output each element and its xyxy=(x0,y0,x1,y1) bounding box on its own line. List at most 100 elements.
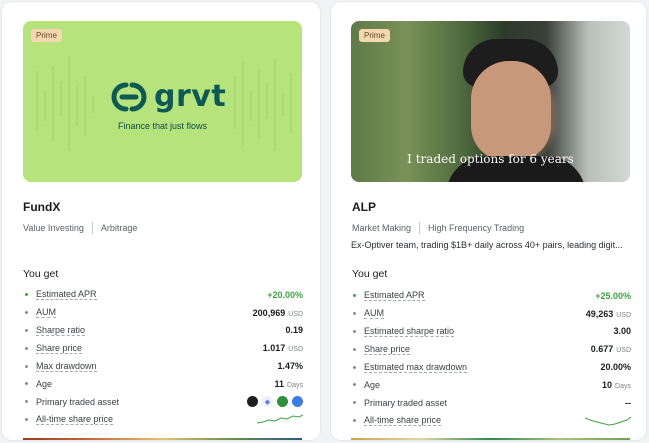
grvt-logo-icon xyxy=(111,82,147,111)
you-get-heading: You get xyxy=(23,268,59,280)
bullet-icon xyxy=(25,293,28,297)
stat-label[interactable]: Max drawdown xyxy=(36,361,97,372)
stats-list: Estimated APR +20.00% AUM 200,969 USD Sha… xyxy=(23,286,303,428)
vault-name[interactable]: ALP xyxy=(352,200,376,214)
vault-hero-video[interactable]: Prime I traded options for 6 years xyxy=(351,21,630,182)
vault-card-fundx[interactable]: Prime grvt Finance that just flows FundX… xyxy=(2,2,320,440)
stat-row-assets: Primary traded asset -- xyxy=(351,394,631,412)
stat-value-wrap: 11 Days xyxy=(275,379,303,389)
stat-label[interactable]: Estimated APR xyxy=(364,290,425,302)
blue-coin-icon[interactable] xyxy=(292,396,303,408)
stat-value: 1.47% xyxy=(277,361,303,372)
bullet-icon xyxy=(353,401,356,405)
bullet-icon xyxy=(25,346,28,350)
sparkline-icon xyxy=(585,416,631,426)
stat-label[interactable]: All-time share price xyxy=(36,414,114,425)
vault-card-alp[interactable]: Prime I traded options for 6 years ALP M… xyxy=(331,2,646,440)
stat-unit: USD xyxy=(616,311,631,319)
bullet-icon xyxy=(353,418,356,422)
stat-value-wrap: 0.677 USD xyxy=(591,344,631,354)
tag-value-investing: Value Investing xyxy=(23,223,84,233)
stat-label: Age xyxy=(364,379,381,390)
stat-value: 20.00% xyxy=(600,362,631,373)
grvt-wordmark: grvt xyxy=(154,79,227,114)
vault-tags: Value Investing Arbitrage xyxy=(23,222,137,234)
bullet-icon xyxy=(353,312,356,316)
stats-list: Estimated APR +25.00% AUM 49,263 USD Esti… xyxy=(351,287,631,429)
stat-row-sharpe: Estimated sharpe ratio 3.00 xyxy=(351,323,631,341)
stat-label: Primary traded asset xyxy=(364,397,448,408)
stat-value-wrap: 200,969 USD xyxy=(253,308,303,318)
tag-divider xyxy=(419,222,421,234)
bullet-icon xyxy=(353,347,356,351)
stat-row-history: All-time share price xyxy=(351,412,631,430)
green-coin-icon[interactable] xyxy=(277,396,288,408)
person-face xyxy=(471,61,551,161)
stat-value-wrap: 1.017 USD xyxy=(263,343,303,353)
stat-row-age: Age 11 Days xyxy=(23,375,303,393)
prime-badge: Prime xyxy=(359,29,390,42)
stat-label[interactable]: AUM xyxy=(36,307,56,319)
stat-row-aum: AUM 200,969 USD xyxy=(23,304,303,322)
stat-unit: Days xyxy=(615,382,631,390)
stat-value: 10 xyxy=(602,379,613,390)
stat-label[interactable]: Sharpe ratio xyxy=(36,325,86,336)
asset-icons: ◆ xyxy=(247,396,303,408)
stat-label[interactable]: Estimated APR xyxy=(36,289,97,301)
stat-value-wrap: 49,263 USD xyxy=(586,309,631,319)
stat-row-assets: Primary traded asset ◆ xyxy=(23,393,303,411)
stat-row-history: All-time share price xyxy=(23,411,303,429)
vault-name[interactable]: FundX xyxy=(23,200,60,214)
stat-unit: USD xyxy=(616,347,631,355)
bullet-icon xyxy=(353,329,356,333)
stat-label[interactable]: AUM xyxy=(364,308,384,320)
eth-coin-icon[interactable]: ◆ xyxy=(262,396,273,408)
video-caption: I traded options for 6 years xyxy=(407,152,574,166)
next-card-image-edge xyxy=(23,438,302,440)
stat-value: 0.677 xyxy=(590,344,614,355)
stat-value: 11 xyxy=(274,378,285,389)
stat-row-drawdown: Estimated max drawdown 20.00% xyxy=(351,358,631,376)
bullet-icon xyxy=(25,364,28,368)
stat-row-drawdown: Max drawdown 1.47% xyxy=(23,357,303,375)
bullet-icon xyxy=(25,417,28,421)
stat-label[interactable]: Estimated max drawdown xyxy=(364,362,468,373)
bullet-icon xyxy=(353,383,356,387)
hero-tagline: Finance that just flows xyxy=(117,121,208,131)
tag-hft: High Frequency Trading xyxy=(428,223,525,233)
stat-value: 200,969 xyxy=(252,307,286,318)
bullet-icon xyxy=(25,382,28,386)
vault-description: Ex-Optiver team, trading $1B+ daily acro… xyxy=(351,240,623,250)
stat-label: Primary traded asset xyxy=(36,396,120,407)
stat-value: 49,263 xyxy=(585,308,614,319)
stat-label[interactable]: All-time share price xyxy=(364,415,442,426)
stat-label: Age xyxy=(36,378,53,389)
stat-value-wrap: 10 Days xyxy=(602,380,631,390)
bullet-icon xyxy=(25,311,28,315)
you-get-heading: You get xyxy=(352,268,388,280)
next-card-image-edge xyxy=(351,438,630,440)
stat-unit: USD xyxy=(288,346,303,354)
stat-row-apr: Estimated APR +25.00% xyxy=(351,287,631,305)
stat-row-aum: AUM 49,263 USD xyxy=(351,305,631,323)
tag-arbitrage: Arbitrage xyxy=(100,223,138,233)
tag-divider xyxy=(91,222,93,234)
stat-row-age: Age 10 Days xyxy=(351,376,631,394)
bullet-icon xyxy=(25,400,28,404)
sparkline-icon xyxy=(257,414,303,424)
stat-value: +20.00% xyxy=(267,289,303,300)
prime-badge: Prime xyxy=(31,29,62,42)
stat-value: +25.00% xyxy=(595,290,631,301)
stat-value: 1.017 xyxy=(262,343,286,354)
vault-hero-image: Prime grvt Finance that just flows xyxy=(23,21,302,182)
stat-row-share-price: Share price 1.017 USD xyxy=(23,339,303,357)
stat-label[interactable]: Share price xyxy=(36,343,83,354)
bullet-icon xyxy=(353,294,356,298)
stat-value: 0.19 xyxy=(285,325,303,336)
tag-market-making: Market Making xyxy=(352,223,412,233)
stat-label[interactable]: Estimated sharpe ratio xyxy=(364,326,455,337)
stat-row-share-price: Share price 0.677 USD xyxy=(351,340,631,358)
black-coin-icon[interactable] xyxy=(247,396,258,408)
stat-label[interactable]: Share price xyxy=(364,344,411,355)
stat-value: 3.00 xyxy=(613,326,631,337)
